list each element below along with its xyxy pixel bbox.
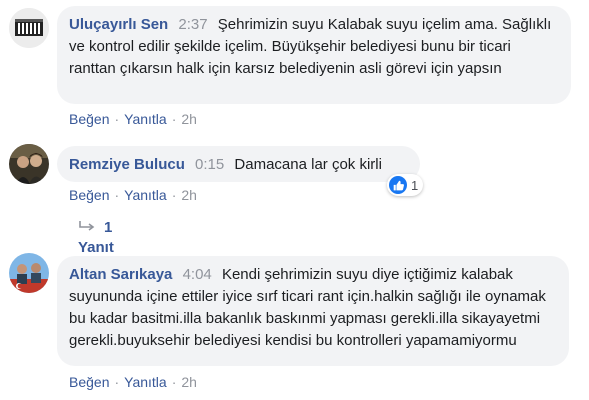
comment-author[interactable]: Uluçayırlı Sen — [69, 16, 168, 33]
reply-link[interactable]: Yanıtla — [124, 187, 167, 203]
comment-actions: Beğen · Yanıtla · 2h — [69, 111, 197, 127]
comment-author[interactable]: Altan Sarıkaya — [69, 266, 172, 283]
comment-age[interactable]: 2h — [181, 111, 197, 127]
like-link[interactable]: Beğen — [69, 374, 109, 390]
comment-timestamp: 4:04 — [182, 266, 212, 283]
comment-text: Damacana lar çok kirli — [234, 156, 382, 173]
avatar[interactable] — [9, 8, 49, 48]
person-avatar-icon — [9, 144, 49, 184]
reaction-count-badge[interactable]: 1 — [387, 174, 424, 196]
view-replies-link[interactable]: 1 Yanıt — [78, 218, 114, 258]
comment-actions: Beğen · Yanıtla · 2h — [69, 187, 197, 203]
comment-bubble: Altan Sarıkaya 4:04 Kendi şehrimizin suy… — [57, 256, 569, 366]
avatar[interactable] — [9, 253, 49, 293]
comment-bubble: Uluçayırlı Sen 2:37 Şehrimizin suyu Kala… — [57, 6, 571, 104]
reply-link[interactable]: Yanıtla — [124, 374, 167, 390]
reaction-count: 1 — [411, 177, 419, 193]
group-photo-avatar-icon — [9, 253, 49, 293]
reply-arrow-icon — [79, 221, 95, 231]
comment-bubble: Remziye Bulucu 0:15 Damacana lar çok kir… — [57, 146, 420, 182]
accordion-avatar-icon — [9, 8, 49, 48]
like-link[interactable]: Beğen — [69, 187, 109, 203]
comment-actions: Beğen · Yanıtla · 2h — [69, 374, 197, 390]
comment-timestamp: 2:37 — [178, 16, 208, 33]
like-link[interactable]: Beğen — [69, 111, 109, 127]
comment-author[interactable]: Remziye Bulucu — [69, 156, 185, 173]
comment-age[interactable]: 2h — [181, 374, 197, 390]
avatar[interactable] — [9, 144, 49, 184]
thumbs-up-icon — [389, 176, 407, 194]
comment-age[interactable]: 2h — [181, 187, 197, 203]
comment-timestamp: 0:15 — [195, 156, 225, 173]
reply-link[interactable]: Yanıtla — [124, 111, 167, 127]
